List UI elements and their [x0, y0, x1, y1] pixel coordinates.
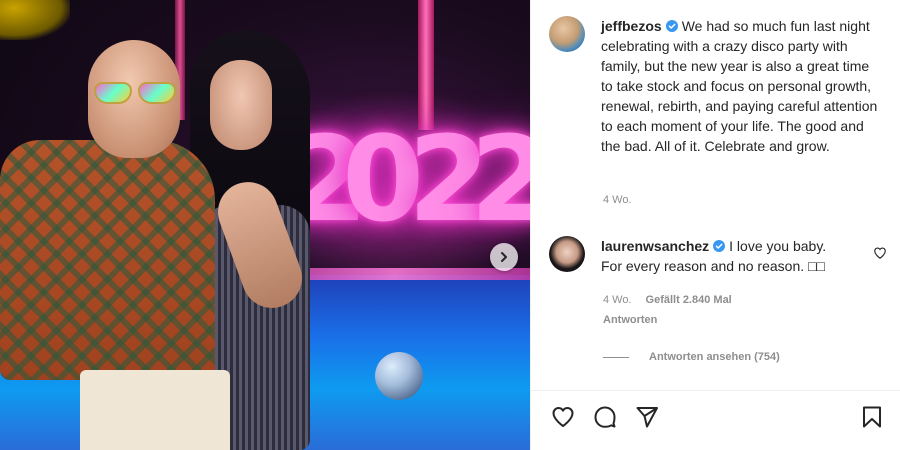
- comments-panel: jeffbezos We had so much fun last night c…: [530, 0, 900, 450]
- reply-likes-count[interactable]: Gefällt 2.840 Mal: [646, 294, 732, 306]
- replies-divider-line: [603, 356, 629, 358]
- disco-ball: [375, 352, 423, 400]
- comment-icon: [594, 406, 616, 428]
- caption-comment: jeffbezos We had so much fun last night c…: [549, 16, 882, 156]
- post-photo: 2 0 2 2: [0, 0, 530, 450]
- white-pants: [80, 370, 230, 450]
- neon-digit: 2: [470, 110, 530, 248]
- heart-outline-icon[interactable]: [873, 246, 887, 260]
- like-button[interactable]: [549, 403, 577, 431]
- caption-timestamp[interactable]: 4 Wo.: [603, 194, 632, 206]
- avatar[interactable]: [549, 16, 585, 52]
- view-replies-label: Antworten ansehen (754): [649, 351, 780, 363]
- instagram-post: 2 0 2 2 jeffbezos We had so much fun las…: [0, 0, 900, 450]
- reply-username[interactable]: laurenwsanchez: [601, 238, 709, 254]
- verified-badge-icon: [713, 240, 726, 252]
- palm-leaves: [0, 0, 70, 40]
- share-icon: [636, 407, 658, 428]
- save-button[interactable]: [858, 403, 886, 431]
- man-figure: [0, 40, 230, 450]
- reply-meta: 4 Wo. Gefällt 2.840 Mal: [603, 294, 732, 306]
- verified-badge-icon: [665, 20, 678, 32]
- chevron-right-icon: [501, 252, 507, 262]
- actions-divider: [531, 390, 900, 391]
- comment-button[interactable]: [591, 403, 619, 431]
- next-photo-button[interactable]: [490, 243, 518, 271]
- caption-username[interactable]: jeffbezos: [601, 18, 662, 34]
- avatar[interactable]: [549, 236, 585, 272]
- share-button[interactable]: [633, 403, 661, 431]
- reply-button[interactable]: Antworten: [603, 314, 657, 326]
- caption-text-block: jeffbezos We had so much fun last night c…: [601, 16, 882, 156]
- reply-comment: laurenwsanchez I love you baby. For every…: [549, 236, 882, 276]
- bookmark-icon: [863, 406, 881, 428]
- post-actions-bar: [549, 402, 886, 432]
- patterned-shirt: [0, 140, 215, 380]
- reply-text-block: laurenwsanchez I love you baby. For every…: [601, 236, 851, 276]
- view-replies-button[interactable]: Antworten ansehen (754): [603, 351, 780, 363]
- heart-sunglasses: [94, 82, 178, 106]
- reply-timestamp[interactable]: 4 Wo.: [603, 294, 632, 306]
- heart-icon: [552, 407, 574, 427]
- caption-text: We had so much fun last night celebratin…: [601, 18, 878, 154]
